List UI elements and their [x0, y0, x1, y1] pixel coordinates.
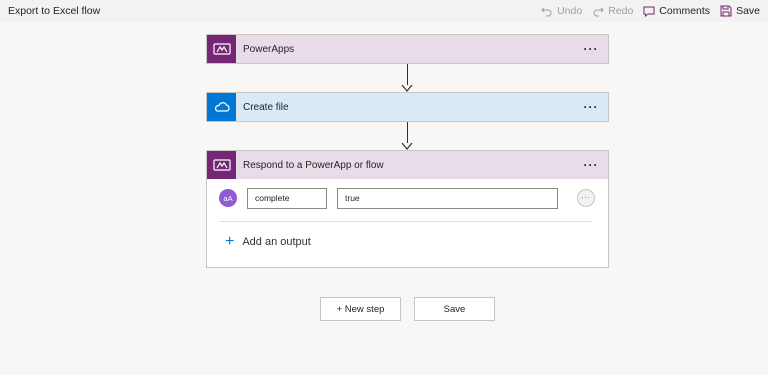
- step-title: Create file: [243, 101, 289, 113]
- topbar-actions: Undo Redo Comments Save: [541, 5, 760, 17]
- flow-title: Export to Excel flow: [8, 5, 101, 17]
- connector-arrow: [400, 122, 414, 150]
- undo-label: Undo: [557, 5, 583, 17]
- save-toolbar-button[interactable]: Save: [720, 5, 760, 17]
- top-bar: Export to Excel flow Undo Redo Comments …: [0, 0, 768, 22]
- divider: [219, 221, 593, 222]
- row-more-options-icon[interactable]: ···: [577, 189, 595, 207]
- undo-button[interactable]: Undo: [541, 5, 582, 17]
- redo-icon: [593, 7, 604, 17]
- save-label: Save: [736, 5, 760, 17]
- redo-button[interactable]: Redo: [592, 5, 633, 17]
- text-type-icon: aA: [219, 189, 237, 207]
- onedrive-cloud-icon: [207, 93, 236, 121]
- respond-body: aA complete true ··· + Add an output: [207, 179, 608, 268]
- add-output-button[interactable]: + Add an output: [225, 233, 596, 250]
- powerapps-icon: [207, 151, 236, 179]
- more-options-icon[interactable]: ···: [580, 43, 602, 55]
- output-row: aA complete true ···: [219, 187, 596, 209]
- add-output-label: Add an output: [242, 236, 311, 248]
- connector-arrow: [400, 64, 414, 92]
- step-title: Respond to a PowerApp or flow: [243, 159, 384, 171]
- step-header[interactable]: PowerApps ···: [207, 35, 608, 63]
- redo-label: Redo: [608, 5, 634, 17]
- save-button[interactable]: Save: [414, 297, 495, 321]
- step-card-powerapps[interactable]: PowerApps ···: [206, 34, 609, 64]
- new-step-button[interactable]: + New step: [320, 297, 401, 321]
- more-options-icon[interactable]: ···: [580, 159, 602, 171]
- powerapps-icon: [207, 35, 236, 63]
- more-options-icon[interactable]: ···: [580, 101, 602, 113]
- step-card-create-file[interactable]: Create file ···: [206, 92, 609, 122]
- step-header[interactable]: Respond to a PowerApp or flow ···: [207, 151, 608, 179]
- step-title: PowerApps: [243, 43, 295, 55]
- comments-label: Comments: [659, 5, 711, 17]
- comments-button[interactable]: Comments: [643, 5, 710, 17]
- output-value-field[interactable]: true: [337, 187, 558, 209]
- comment-icon: [643, 6, 655, 17]
- save-icon: [720, 5, 732, 17]
- output-name-field[interactable]: complete: [247, 187, 327, 209]
- step-card-respond[interactable]: Respond to a PowerApp or flow ··· aA com…: [206, 150, 609, 268]
- undo-icon: [541, 7, 552, 17]
- step-header[interactable]: Create file ···: [207, 93, 608, 121]
- plus-icon: +: [225, 233, 235, 250]
